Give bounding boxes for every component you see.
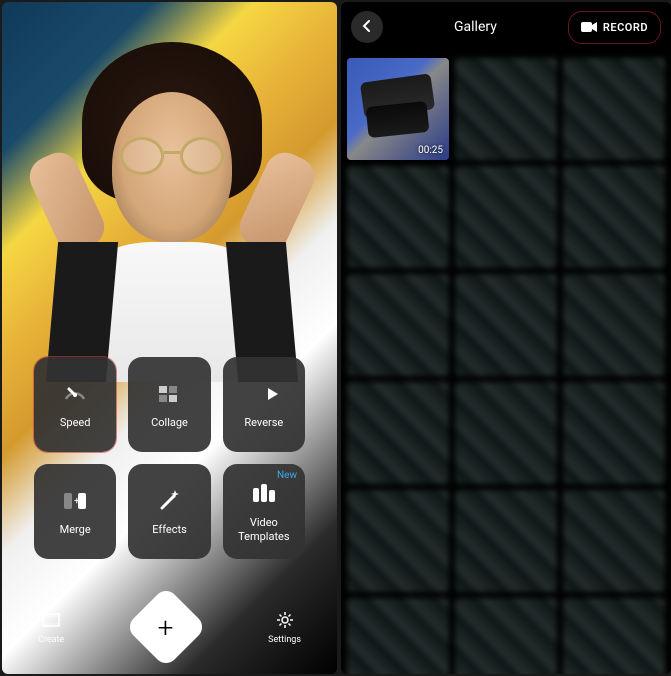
add-button[interactable]: + (125, 586, 207, 668)
gallery-item[interactable] (455, 274, 557, 376)
templates-icon (250, 480, 278, 508)
gallery-grid: 00:25 (341, 52, 671, 674)
gallery-item[interactable] (563, 274, 665, 376)
nav-settings[interactable]: Settings (268, 609, 301, 645)
gallery-item[interactable] (563, 490, 665, 592)
tool-label: Video Templates (238, 516, 289, 542)
tool-effects[interactable]: Effects (128, 464, 210, 559)
record-label: RECORD (603, 21, 648, 34)
camera-icon (581, 18, 597, 37)
gallery-item[interactable] (563, 382, 665, 484)
magic-wand-icon (155, 487, 183, 515)
reverse-arrow-icon (250, 380, 278, 408)
tool-merge[interactable]: + Merge (34, 464, 116, 559)
gallery-item[interactable] (347, 382, 449, 484)
gallery-item[interactable] (563, 166, 665, 268)
hero-person-photo (62, 42, 282, 322)
tool-label: Effects (152, 523, 187, 536)
speedometer-icon (61, 380, 89, 408)
gear-icon (274, 609, 296, 631)
new-badge: New (277, 470, 297, 481)
gallery-item[interactable] (455, 598, 557, 674)
gallery-header: Gallery RECORD (341, 2, 671, 52)
tool-label: Merge (60, 523, 91, 536)
gallery-item[interactable] (455, 382, 557, 484)
tool-label: Speed (60, 416, 91, 429)
hero-background (2, 2, 337, 674)
plus-icon: + (158, 610, 174, 643)
nav-label: Create (38, 635, 64, 645)
svg-text:+: + (74, 496, 80, 507)
tool-label: Collage (151, 416, 188, 429)
gallery-item[interactable] (347, 490, 449, 592)
tool-speed[interactable]: Speed (34, 357, 116, 452)
gallery-item[interactable] (455, 490, 557, 592)
merge-icon: + (61, 487, 89, 515)
gallery-screen: Gallery RECORD 00:25 (341, 2, 671, 674)
gallery-item-selected[interactable]: 00:25 (347, 58, 449, 160)
video-duration: 00:25 (418, 145, 443, 156)
tool-video-templates[interactable]: New Video Templates (223, 464, 305, 559)
nav-label: Settings (268, 635, 301, 645)
gallery-item[interactable] (347, 598, 449, 674)
gallery-item[interactable] (347, 166, 449, 268)
gallery-title: Gallery (391, 19, 560, 35)
tool-grid: Speed Collage Reverse + Merge Effects (34, 357, 305, 559)
record-button[interactable]: RECORD (568, 11, 661, 44)
nav-create[interactable]: Create (38, 609, 64, 645)
chevron-left-icon (360, 18, 374, 37)
gallery-item[interactable] (347, 274, 449, 376)
gallery-item[interactable] (455, 58, 557, 160)
tool-collage[interactable]: Collage (128, 357, 210, 452)
tool-reverse[interactable]: Reverse (223, 357, 305, 452)
filmstrip-icon (40, 609, 62, 631)
tool-label: Reverse (244, 416, 283, 429)
gallery-item[interactable] (563, 58, 665, 160)
editor-home-screen: Speed Collage Reverse + Merge Effects (2, 2, 337, 674)
gallery-item[interactable] (563, 598, 665, 674)
bottom-bar: Create + Settings (2, 592, 337, 662)
back-button[interactable] (351, 11, 383, 43)
gallery-item[interactable] (455, 166, 557, 268)
collage-icon (155, 380, 183, 408)
